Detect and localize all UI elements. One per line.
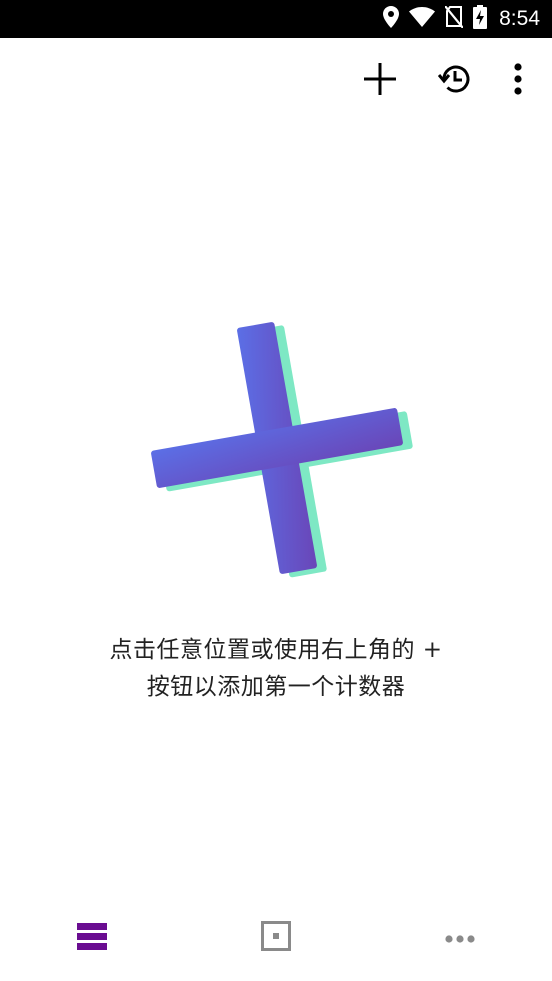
battery-charging-icon [473,5,488,33]
status-icons: 8:54 [383,0,540,38]
empty-state-line-2: 按钮以添加第一个计数器 [146,674,406,700]
bottom-navigation [0,900,552,981]
status-time: 8:54 [499,7,540,30]
single-counter-icon [261,921,291,955]
nav-counters-list[interactable] [52,908,132,968]
nav-single-counter[interactable] [236,908,316,968]
history-icon [437,62,472,100]
wifi-icon [409,7,436,31]
more-options-button[interactable] [493,56,543,106]
location-icon [383,6,400,32]
counters-list-icon [77,921,107,955]
more-vert-icon [513,62,523,100]
top-action-bar [0,38,552,124]
status-bar: 8:54 [0,0,552,38]
more-horiz-icon [445,929,475,948]
empty-state-plus-illustration[interactable] [140,318,415,583]
nav-more[interactable] [420,908,500,968]
add-icon [363,62,397,100]
app-screen: 8:54 点击任意位置或使用右上角的 + 按钮以添加第一个计数器 [0,0,552,981]
empty-state-message: 点击任意位置或使用右上角的 + 按钮以添加第一个计数器 [20,632,532,706]
empty-state-line-1: 点击任意位置或使用右上角的 + [109,637,443,663]
add-counter-button[interactable] [355,56,405,106]
history-button[interactable] [430,56,480,106]
no-sim-icon [444,5,464,32]
